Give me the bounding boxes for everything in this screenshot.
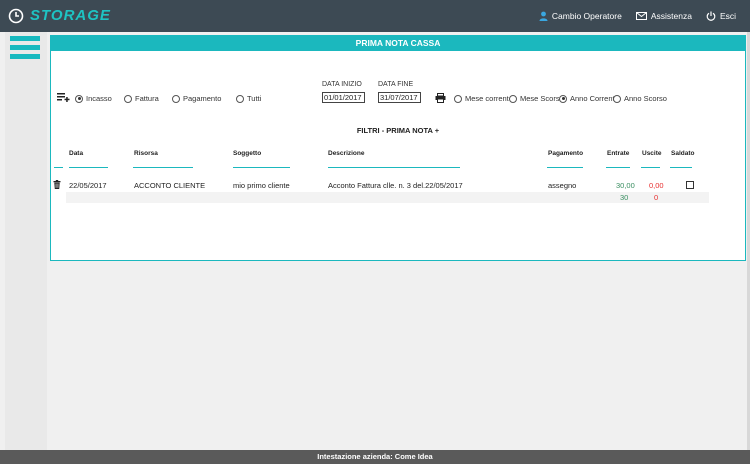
assistenza-label: Assistenza xyxy=(650,11,692,21)
header-underline xyxy=(328,167,460,168)
footer: Intestazione azienda: Come Idea xyxy=(0,450,750,464)
radio-anno-scorso[interactable]: Anno Scorso xyxy=(613,94,667,103)
header-underline xyxy=(133,167,193,168)
header-underline xyxy=(54,167,63,168)
header-data[interactable]: Data xyxy=(69,150,83,157)
header-uscite[interactable]: Uscite xyxy=(642,150,662,157)
menu-toggle-button[interactable] xyxy=(10,36,40,60)
header-underline xyxy=(641,167,660,168)
radio-pagamento[interactable]: Pagamento xyxy=(172,94,221,103)
data-inizio-input[interactable] xyxy=(322,92,365,103)
main-area: PRIMA NOTA CASSA Incasso Fattura Pagamen… xyxy=(47,32,750,450)
filters-title[interactable]: FILTRI - PRIMA NOTA + xyxy=(51,126,745,135)
cambio-operatore-label: Cambio Operatore xyxy=(551,11,622,21)
header-underline xyxy=(233,167,290,168)
esci-label: Esci xyxy=(719,11,736,21)
data-fine-input[interactable] xyxy=(378,92,421,103)
header-underline xyxy=(547,167,583,168)
cell-descrizione: Acconto Fattura clle. n. 3 del.22/05/201… xyxy=(328,181,463,190)
panel-title: PRIMA NOTA CASSA xyxy=(51,36,745,51)
table-row: 22/05/2017 ACCONTO CLIENTE mio primo cli… xyxy=(51,177,745,192)
clock-icon xyxy=(8,8,24,23)
app-logo-text: STORAGE xyxy=(30,7,111,24)
radio-tutti[interactable]: Tutti xyxy=(236,94,261,103)
cell-pagamento: assegno xyxy=(548,181,577,190)
cell-entrate: 30,00 xyxy=(616,181,635,190)
header-risorsa[interactable]: Risorsa xyxy=(134,150,158,157)
header-pagamento[interactable]: Pagamento xyxy=(548,150,583,157)
header-underline xyxy=(69,167,108,168)
prima-nota-panel: PRIMA NOTA CASSA Incasso Fattura Pagamen… xyxy=(50,35,746,261)
left-rail xyxy=(5,32,47,450)
data-fine-label: DATA FINE xyxy=(378,81,414,88)
hamburger-icon xyxy=(10,36,40,41)
radio-mese-scorso[interactable]: Mese Scorso xyxy=(509,94,564,103)
total-uscite: 0 xyxy=(654,193,659,202)
top-nav: Cambio Operatore Assistenza Esci xyxy=(539,0,750,32)
cell-uscite: 0,00 xyxy=(649,181,664,190)
total-entrate: 30 xyxy=(620,193,629,202)
header-soggetto[interactable]: Soggetto xyxy=(233,150,261,157)
header-entrate[interactable]: Entrate xyxy=(607,150,629,157)
cell-risorsa: ACCONTO CLIENTE xyxy=(134,181,206,190)
envelope-icon xyxy=(635,12,647,20)
print-icon[interactable] xyxy=(435,93,446,103)
saldato-checkbox[interactable] xyxy=(686,181,694,189)
header-underline xyxy=(670,167,692,168)
radio-incasso[interactable]: Incasso xyxy=(75,94,112,103)
cambio-operatore-button[interactable]: Cambio Operatore xyxy=(539,11,622,21)
radio-mese-corrente[interactable]: Mese corrente xyxy=(454,94,513,103)
user-icon xyxy=(539,11,548,21)
radio-fattura[interactable]: Fattura xyxy=(124,94,159,103)
cell-soggetto: mio primo cliente xyxy=(233,181,290,190)
power-icon xyxy=(706,11,716,21)
filter-row: Incasso Fattura Pagamento Tutti DATA INI… xyxy=(51,81,745,107)
totals-row: 30 0 xyxy=(66,192,709,203)
data-inizio-label: DATA INIZIO xyxy=(322,81,362,88)
app-logo[interactable]: STORAGE xyxy=(8,7,111,24)
trash-icon[interactable] xyxy=(53,180,61,189)
header-saldato[interactable]: Saldato xyxy=(671,150,694,157)
assistenza-button[interactable]: Assistenza xyxy=(635,11,692,21)
add-list-icon[interactable] xyxy=(57,93,70,102)
top-bar: STORAGE Cambio Operatore Assistenza Esci xyxy=(0,0,750,32)
header-descrizione[interactable]: Descrizione xyxy=(328,150,365,157)
header-underline xyxy=(606,167,630,168)
cell-data: 22/05/2017 xyxy=(69,181,107,190)
esci-button[interactable]: Esci xyxy=(706,11,736,21)
radio-anno-corrente[interactable]: Anno Corrente xyxy=(559,94,619,103)
